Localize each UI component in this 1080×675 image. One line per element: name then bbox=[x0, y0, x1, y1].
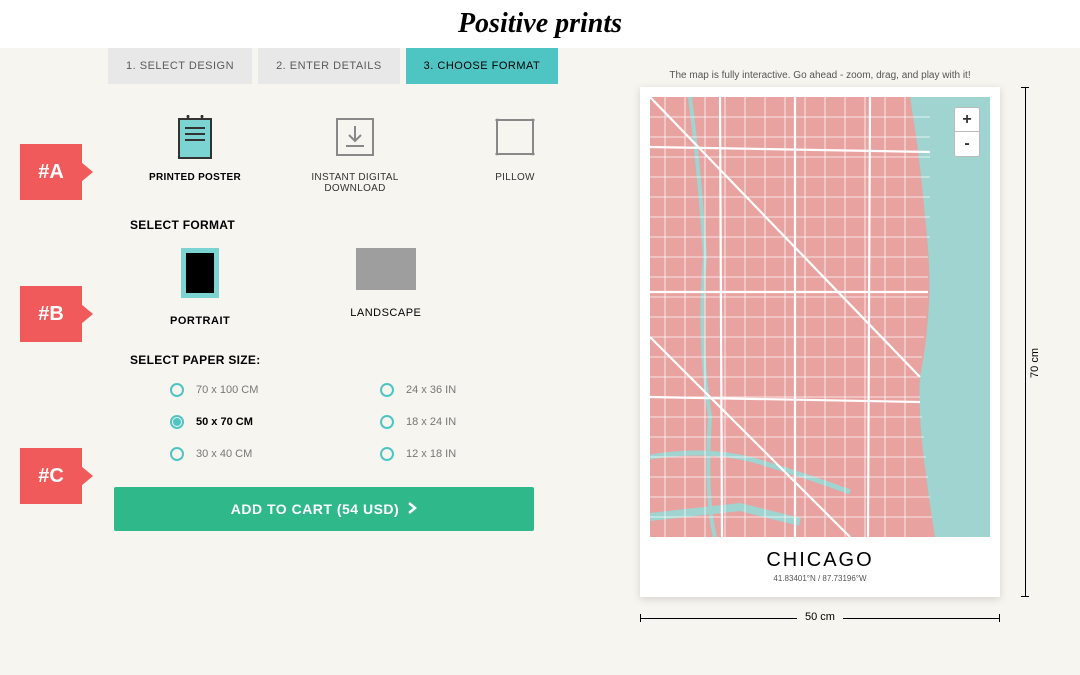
product-digital-download[interactable]: INSTANT DIGITAL DOWNLOAD bbox=[290, 112, 420, 194]
dimension-height-label: 70 cm bbox=[1029, 342, 1041, 384]
tab-choose-format[interactable]: 3. CHOOSE FORMAT bbox=[406, 48, 559, 84]
poster-preview-wrap: + - CHICAGO 41.83401°N / 87.73196°W 70 c… bbox=[640, 87, 1000, 597]
add-to-cart-button[interactable]: ADD TO CART (54 USD) bbox=[114, 487, 534, 531]
radio-icon bbox=[380, 415, 394, 429]
portrait-icon bbox=[181, 248, 219, 303]
product-label: PRINTED POSTER bbox=[149, 172, 241, 183]
radio-icon bbox=[170, 383, 184, 397]
format-row: PORTRAIT LANDSCAPE bbox=[170, 248, 580, 327]
annotation-b: #B bbox=[20, 286, 82, 342]
size-label: 18 x 24 IN bbox=[406, 416, 456, 428]
size-label: 12 x 18 IN bbox=[406, 448, 456, 460]
annotation-c: #C bbox=[20, 448, 82, 504]
product-type-row: PRINTED POSTER INSTANT DIGITAL DOWNLOAD bbox=[130, 112, 580, 194]
size-label: 70 x 100 CM bbox=[196, 384, 258, 396]
size-30x40cm[interactable]: 30 x 40 CM bbox=[170, 447, 320, 461]
format-section-title: SELECT FORMAT bbox=[130, 218, 580, 232]
landscape-icon bbox=[356, 248, 416, 295]
radio-icon bbox=[380, 447, 394, 461]
zoom-in-button[interactable]: + bbox=[955, 108, 979, 132]
dimension-width-line: 50 cm bbox=[640, 600, 1000, 619]
poster-preview: + - CHICAGO 41.83401°N / 87.73196°W bbox=[640, 87, 1000, 597]
paper-size-section-title: SELECT PAPER SIZE: bbox=[130, 353, 580, 367]
size-18x24in[interactable]: 18 x 24 IN bbox=[380, 415, 530, 429]
product-printed-poster[interactable]: PRINTED POSTER bbox=[130, 112, 260, 194]
zoom-out-button[interactable]: - bbox=[955, 132, 979, 156]
radio-icon bbox=[170, 447, 184, 461]
chevron-right-icon bbox=[407, 501, 417, 517]
size-label: 24 x 36 IN bbox=[406, 384, 456, 396]
size-50x70cm[interactable]: 50 x 70 CM bbox=[170, 415, 320, 429]
radio-icon bbox=[170, 415, 184, 429]
product-label: INSTANT DIGITAL DOWNLOAD bbox=[290, 172, 420, 194]
poster-icon bbox=[173, 112, 217, 162]
annotation-a: #A bbox=[20, 144, 82, 200]
format-label: PORTRAIT bbox=[170, 315, 230, 327]
dimension-width-label: 50 cm bbox=[797, 611, 843, 623]
size-70x100cm[interactable]: 70 x 100 CM bbox=[170, 383, 320, 397]
logo: Positive prints bbox=[0, 8, 1080, 40]
tab-select-design[interactable]: 1. SELECT DESIGN bbox=[108, 48, 252, 84]
poster-coordinates: 41.83401°N / 87.73196°W bbox=[650, 574, 990, 583]
map-svg bbox=[650, 97, 990, 537]
format-portrait[interactable]: PORTRAIT bbox=[170, 248, 230, 327]
size-24x36in[interactable]: 24 x 36 IN bbox=[380, 383, 530, 397]
size-label: 50 x 70 CM bbox=[196, 416, 253, 428]
zoom-controls: + - bbox=[954, 107, 980, 157]
download-icon bbox=[333, 112, 377, 162]
map-hint: The map is fully interactive. Go ahead -… bbox=[580, 70, 1060, 81]
step-tabs: 1. SELECT DESIGN 2. ENTER DETAILS 3. CHO… bbox=[108, 48, 580, 84]
dimension-height-line: 70 cm bbox=[1025, 87, 1026, 597]
radio-icon bbox=[380, 383, 394, 397]
paper-size-grid: 70 x 100 CM 24 x 36 IN 50 x 70 CM 18 x 2… bbox=[170, 383, 580, 461]
product-label: PILLOW bbox=[495, 172, 535, 183]
size-12x18in[interactable]: 12 x 18 IN bbox=[380, 447, 530, 461]
pillow-icon bbox=[493, 112, 537, 162]
map-area[interactable]: + - bbox=[650, 97, 990, 537]
tab-enter-details[interactable]: 2. ENTER DETAILS bbox=[258, 48, 400, 84]
format-landscape[interactable]: LANDSCAPE bbox=[350, 248, 421, 327]
size-label: 30 x 40 CM bbox=[196, 448, 252, 460]
product-pillow[interactable]: PILLOW bbox=[450, 112, 580, 194]
cart-button-label: ADD TO CART (54 USD) bbox=[231, 501, 399, 517]
poster-title: CHICAGO bbox=[650, 549, 990, 572]
format-label: LANDSCAPE bbox=[350, 307, 421, 319]
